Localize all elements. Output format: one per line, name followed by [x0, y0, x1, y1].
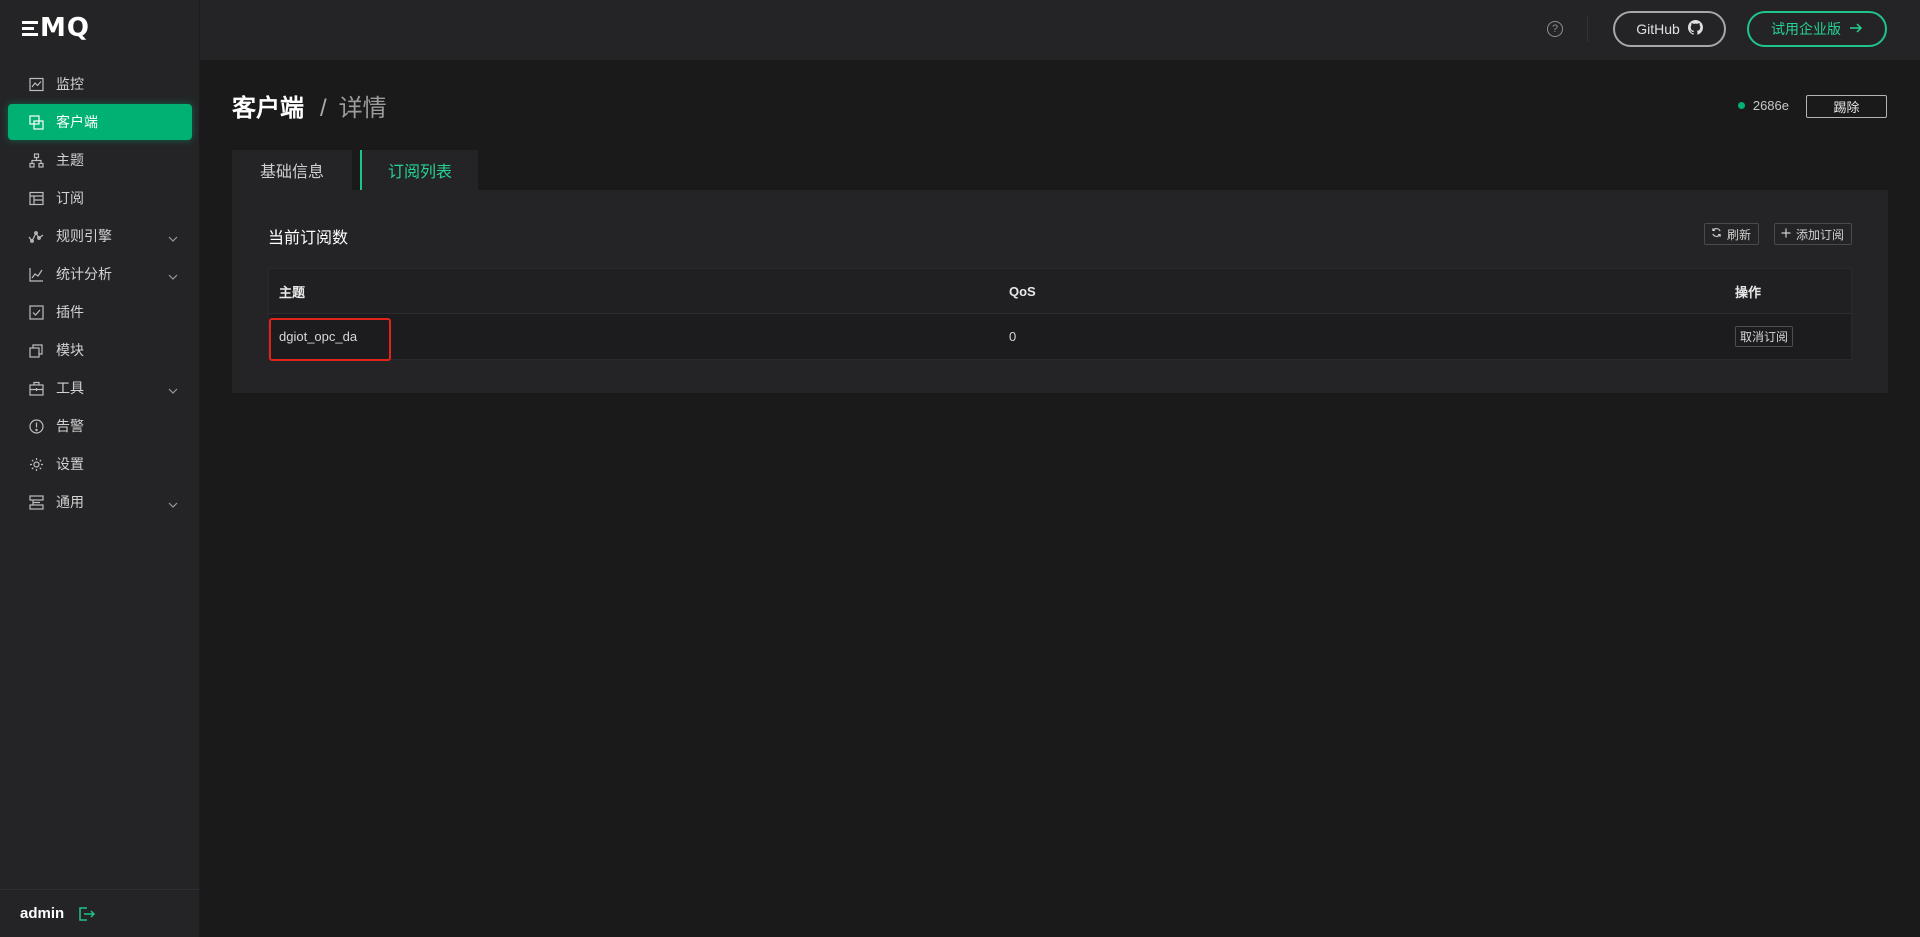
- topic-cell: dgiot_opc_da: [269, 318, 1001, 361]
- username: admin: [20, 905, 65, 922]
- github-button[interactable]: GitHub: [1613, 11, 1726, 47]
- sidebar-item-label: 主题: [56, 152, 84, 168]
- sidebar-nav: 监控 客户端 主题 订阅 规则引擎 统计分析 插件 模块 工具 告警 设置 通用: [0, 64, 200, 522]
- arrow-right-icon: [1849, 21, 1863, 37]
- sidebar-item-label: 告警: [56, 418, 84, 434]
- logo-bars-icon: [22, 20, 38, 36]
- sidebar-item-settings[interactable]: 设置: [8, 446, 192, 482]
- sidebar-item-tools[interactable]: 工具: [8, 370, 192, 406]
- tab-basic-info[interactable]: 基础信息: [232, 150, 352, 190]
- plugins-icon: [28, 304, 44, 320]
- plus-icon: [1781, 227, 1791, 241]
- sidebar-item-analytics[interactable]: 统计分析: [8, 256, 192, 292]
- client-status: 2686e: [1737, 98, 1789, 113]
- alarm-icon: [28, 418, 44, 434]
- column-header-topic: 主题: [279, 284, 306, 300]
- online-status-dot: [1737, 102, 1745, 109]
- subscription-card: 当前订阅数 刷新 添加订阅 主题 QoS 操作 dgiot_opc_da 0 取…: [232, 190, 1888, 393]
- sidebar-item-general[interactable]: 通用: [8, 484, 192, 520]
- user-panel: admin: [0, 889, 200, 937]
- github-icon: [1687, 20, 1703, 38]
- tools-icon: [28, 380, 44, 396]
- sidebar-item-label: 模块: [56, 342, 84, 358]
- header-divider: [1587, 16, 1588, 42]
- detail-tabs: 基础信息 订阅列表: [232, 150, 478, 190]
- subscriptions-table: 主题 QoS 操作 dgiot_opc_da 0 取消订阅: [268, 268, 1852, 361]
- sidebar-item-plugins[interactable]: 插件: [8, 294, 192, 330]
- sidebar-item-alarm[interactable]: 告警: [8, 408, 192, 444]
- chevron-down-icon: [168, 495, 178, 511]
- unsubscribe-button[interactable]: 取消订阅: [1735, 326, 1793, 347]
- try-enterprise-label: 试用企业版: [1771, 21, 1841, 37]
- sidebar-item-label: 工具: [56, 380, 84, 396]
- add-subscription-label: 添加订阅: [1796, 227, 1845, 242]
- actions-cell: 取消订阅: [1733, 326, 1851, 347]
- github-label: GitHub: [1636, 21, 1680, 37]
- modules-icon: [28, 342, 44, 358]
- top-header: ? GitHub 试用企业版: [200, 0, 1920, 60]
- sidebar-item-modules[interactable]: 模块: [8, 332, 192, 368]
- try-enterprise-button[interactable]: 试用企业版: [1747, 11, 1887, 47]
- breadcrumb-clients[interactable]: 客户端: [232, 88, 304, 123]
- topics-icon: [28, 152, 44, 168]
- help-icon[interactable]: ?: [1547, 21, 1563, 37]
- sidebar-item-label: 设置: [56, 456, 84, 472]
- chevron-down-icon: [168, 229, 178, 245]
- qos-cell: 0: [1009, 329, 1017, 344]
- sidebar: MQ 监控 客户端 主题 订阅 规则引擎 统计分析 插件 模块 工具 告警 设置…: [0, 0, 200, 937]
- table-header-row: 主题 QoS 操作: [269, 269, 1851, 314]
- sidebar-item-label: 通用: [56, 494, 84, 510]
- add-subscription-button[interactable]: 添加订阅: [1774, 223, 1852, 245]
- logout-icon[interactable]: [78, 906, 96, 922]
- breadcrumb: 客户端 / 详情: [232, 88, 387, 123]
- sidebar-item-topics[interactable]: 主题: [8, 142, 192, 178]
- subscription-count-title: 当前订阅数: [268, 230, 349, 247]
- sidebar-item-label: 客户端: [56, 114, 98, 130]
- chevron-down-icon: [168, 381, 178, 397]
- column-header-qos: QoS: [1009, 283, 1036, 299]
- highlight-box: [269, 318, 391, 361]
- general-icon: [28, 494, 44, 510]
- refresh-button[interactable]: 刷新: [1704, 223, 1759, 245]
- clients-icon: [28, 114, 44, 130]
- sidebar-item-subscriptions[interactable]: 订阅: [8, 180, 192, 216]
- sidebar-item-label: 监控: [56, 76, 84, 92]
- logo-text: MQ: [40, 13, 90, 43]
- column-header-actions: 操作: [1735, 284, 1762, 300]
- settings-icon: [28, 456, 44, 472]
- refresh-label: 刷新: [1727, 227, 1752, 242]
- emq-logo[interactable]: MQ: [22, 13, 90, 43]
- client-id: 2686e: [1752, 98, 1789, 113]
- analytics-icon: [28, 266, 44, 282]
- sidebar-item-label: 订阅: [56, 190, 84, 206]
- sidebar-item-label: 插件: [56, 304, 84, 320]
- sidebar-item-rule-engine[interactable]: 规则引擎: [8, 218, 192, 254]
- sidebar-item-label: 统计分析: [56, 266, 112, 282]
- monitor-icon: [28, 76, 44, 92]
- sidebar-item-label: 规则引擎: [56, 228, 112, 244]
- refresh-icon: [1711, 227, 1722, 241]
- chevron-down-icon: [168, 267, 178, 283]
- sidebar-item-clients[interactable]: 客户端: [8, 104, 192, 140]
- tab-subscription-list[interactable]: 订阅列表: [360, 150, 478, 190]
- rule-engine-icon: [28, 228, 44, 244]
- subscriptions-icon: [28, 190, 44, 206]
- breadcrumb-separator: /: [320, 95, 327, 122]
- table-row: dgiot_opc_da 0 取消订阅: [269, 314, 1851, 361]
- kick-out-button[interactable]: 踢除: [1806, 95, 1887, 118]
- sidebar-item-monitor[interactable]: 监控: [8, 66, 192, 102]
- breadcrumb-detail: 详情: [338, 95, 387, 122]
